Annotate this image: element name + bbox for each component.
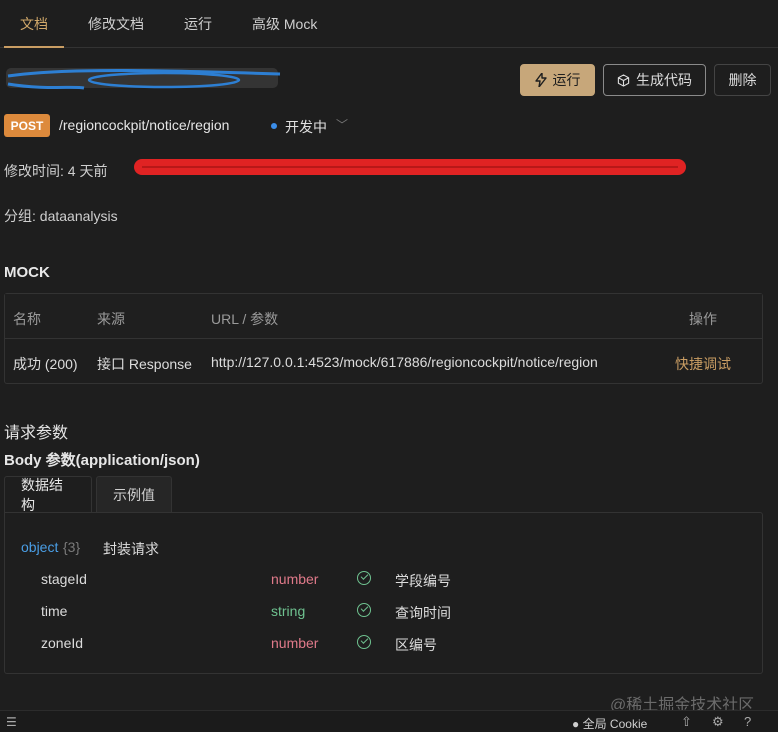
- body-params-title: Body 参数(application/json): [4, 452, 200, 469]
- tab-example-value[interactable]: 示例值: [96, 476, 172, 513]
- generate-code-button-label: 生成代码: [636, 72, 692, 88]
- list-icon[interactable]: ☰: [6, 715, 17, 729]
- mock-row-url[interactable]: http://127.0.0.1:4523/mock/617886/region…: [211, 354, 598, 370]
- chevron-down-icon[interactable]: ﹀: [336, 116, 348, 133]
- api-path: /regioncockpit/notice/region: [59, 117, 230, 133]
- active-tab-indicator: [4, 46, 64, 48]
- required-check-icon: [357, 635, 371, 649]
- object-count: {3}: [63, 539, 81, 555]
- tab-data-structure[interactable]: 数据结构: [4, 476, 92, 513]
- mock-col-name: 名称: [13, 311, 41, 327]
- tab-advanced-mock[interactable]: 高级 Mock: [252, 14, 317, 34]
- object-description: 封装请求: [103, 541, 159, 557]
- tab-run[interactable]: 运行: [184, 14, 212, 34]
- mock-table-header: 名称 来源 URL / 参数 操作: [5, 294, 762, 339]
- mock-col-source: 来源: [97, 311, 125, 327]
- quick-debug-link[interactable]: 快捷调试: [675, 354, 731, 374]
- field-type: number: [271, 571, 319, 587]
- required-check-icon: [357, 603, 371, 617]
- mock-row-name: 成功 (200): [13, 356, 78, 372]
- mock-row-source: 接口 Response: [97, 356, 192, 372]
- redacted-description-scribble: [134, 159, 686, 175]
- mock-table: 名称 来源 URL / 参数 操作 成功 (200) 接口 Response h…: [4, 293, 763, 384]
- tab-edit-docs[interactable]: 修改文档: [88, 14, 144, 34]
- global-cookie-label: 全局 Cookie: [582, 717, 648, 731]
- field-description: 学段编号: [395, 573, 451, 589]
- mock-col-action: 操作: [689, 311, 717, 327]
- redacted-title-scribble: [6, 68, 281, 90]
- field-type: string: [271, 603, 306, 619]
- method-badge: POST: [4, 114, 50, 137]
- help-icon[interactable]: ?: [744, 714, 751, 729]
- tab-docs[interactable]: 文档: [20, 14, 48, 34]
- api-status[interactable]: 开发中: [285, 117, 327, 137]
- mock-section-title: MOCK: [4, 264, 50, 281]
- field-type: number: [271, 635, 319, 651]
- footer-bar: ☰ ● 全局 Cookie ⇧ ⚙ ?: [0, 710, 778, 732]
- field-name: zoneId: [41, 635, 84, 651]
- field-name: time: [41, 603, 68, 619]
- top-tab-bar: 文档 修改文档 运行 高级 Mock: [0, 0, 778, 48]
- delete-button[interactable]: 删除: [714, 64, 771, 96]
- settings-icon[interactable]: ⚙: [712, 714, 724, 730]
- mock-col-url: URL / 参数: [211, 311, 279, 327]
- status-dot-icon: [271, 123, 277, 129]
- schema-panel: object {3} 封装请求 stageId number 学段编号 time…: [4, 512, 763, 674]
- generate-code-button[interactable]: 生成代码: [603, 64, 706, 96]
- field-name: stageId: [41, 571, 87, 587]
- run-button[interactable]: 运行: [520, 64, 595, 96]
- field-description: 查询时间: [395, 605, 451, 621]
- global-cookie-button[interactable]: ● 全局 Cookie: [572, 715, 647, 732]
- code-cube-icon: [617, 73, 630, 87]
- lightning-icon: [534, 73, 547, 87]
- group-label: 分组: dataanalysis: [4, 208, 118, 224]
- object-type[interactable]: object: [21, 539, 58, 555]
- request-params-title: 请求参数: [4, 425, 69, 442]
- modified-time: 修改时间: 4 天前: [4, 163, 108, 179]
- upload-icon[interactable]: ⇧: [681, 714, 692, 730]
- cookie-icon: ●: [572, 717, 580, 731]
- required-check-icon: [357, 571, 371, 585]
- run-button-label: 运行: [552, 72, 581, 88]
- field-description: 区编号: [395, 637, 437, 653]
